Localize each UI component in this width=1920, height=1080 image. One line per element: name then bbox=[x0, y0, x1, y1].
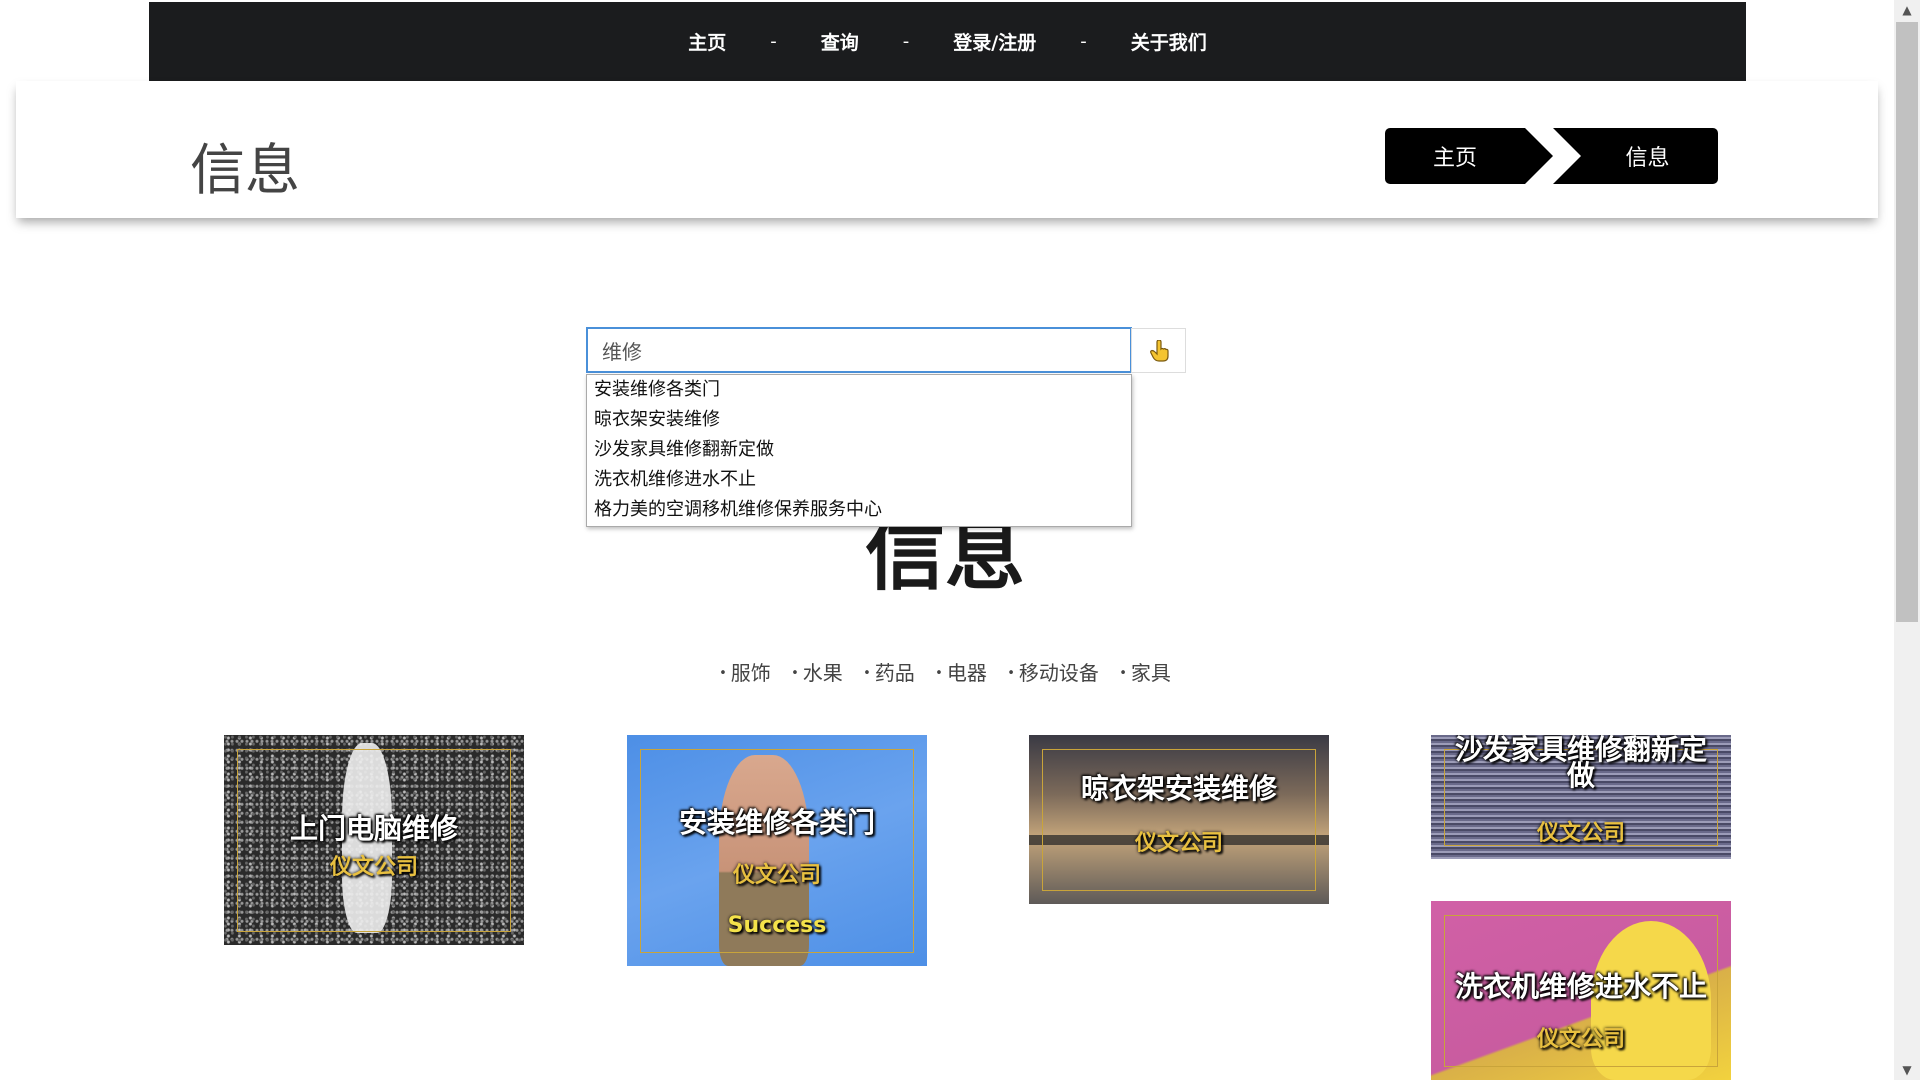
breadcrumb: 主页 信息 bbox=[1385, 128, 1718, 184]
scroll-thumb[interactable] bbox=[1896, 22, 1918, 622]
category-clothing[interactable]: 服饰 bbox=[719, 657, 771, 686]
search-input[interactable] bbox=[586, 327, 1132, 373]
nav-home-link[interactable]: 主页 bbox=[688, 28, 726, 55]
page-scrollbar[interactable]: ▲ ▼ bbox=[1894, 0, 1920, 1080]
card-title: 安装维修各类门 bbox=[678, 806, 875, 839]
hand-pointer-icon bbox=[1149, 339, 1169, 362]
suggestion-item[interactable]: 格力美的空调移机维修保养服务中心 bbox=[587, 495, 1131, 525]
card-company: 仪文公司 bbox=[1536, 1027, 1625, 1052]
breadcrumb-home[interactable]: 主页 bbox=[1385, 128, 1553, 184]
service-card[interactable]: 上门电脑维修 仪文公司 bbox=[224, 735, 524, 945]
card-company: 仪文公司 bbox=[329, 855, 418, 880]
category-furniture[interactable]: 家具 bbox=[1119, 657, 1171, 686]
scroll-up-arrow-icon[interactable]: ▲ bbox=[1894, 0, 1920, 20]
page-header: 信息 主页 信息 bbox=[16, 81, 1878, 218]
service-card[interactable]: 安装维修各类门 仪文公司 Success bbox=[627, 735, 927, 966]
category-medicine[interactable]: 药品 bbox=[863, 657, 915, 686]
search-button[interactable] bbox=[1131, 328, 1186, 373]
service-card[interactable]: 沙发家具维修翻新定做 仪文公司 bbox=[1431, 735, 1731, 859]
top-nav: 主页 - 查询 - 登录/注册 - 关于我们 bbox=[149, 2, 1746, 81]
suggestion-item[interactable]: 洗衣机维修进水不止 bbox=[587, 465, 1131, 495]
nav-separator: - bbox=[902, 31, 910, 52]
nav-separator: - bbox=[1080, 31, 1087, 52]
card-title: 上门电脑维修 bbox=[289, 812, 458, 845]
suggestion-item[interactable]: 晾衣架安装维修 bbox=[587, 405, 1131, 435]
card-company: 仪文公司 bbox=[1134, 831, 1223, 856]
nav-about-link[interactable]: 关于我们 bbox=[1131, 28, 1207, 55]
search-suggestions: 安装维修各类门 晾衣架安装维修 沙发家具维修翻新定做 洗衣机维修进水不止 格力美… bbox=[586, 374, 1132, 527]
card-title: 晾衣架安装维修 bbox=[1080, 772, 1277, 805]
card-title: 沙发家具维修翻新定做 bbox=[1454, 735, 1707, 792]
card-title: 洗衣机维修进水不止 bbox=[1454, 970, 1707, 1003]
nav-separator: - bbox=[770, 31, 777, 52]
card-company: 仪文公司 bbox=[732, 863, 821, 888]
card-company: 仪文公司 bbox=[1536, 821, 1625, 846]
nav-query-link[interactable]: 查询 bbox=[821, 28, 859, 55]
category-mobile-devices[interactable]: 移动设备 bbox=[1007, 657, 1099, 686]
service-card[interactable]: 洗衣机维修进水不止 仪文公司 bbox=[1431, 901, 1731, 1080]
category-fruit[interactable]: 水果 bbox=[791, 657, 843, 686]
category-appliances[interactable]: 电器 bbox=[935, 657, 987, 686]
page-title: 信息 bbox=[190, 138, 301, 202]
nav-login-link[interactable]: 登录/注册 bbox=[953, 28, 1036, 55]
suggestion-item[interactable]: 安装维修各类门 bbox=[587, 375, 1131, 405]
breadcrumb-current: 信息 bbox=[1553, 128, 1718, 184]
service-card[interactable]: 晾衣架安装维修 仪文公司 bbox=[1029, 735, 1329, 904]
card-extra-label: Success bbox=[727, 913, 827, 938]
scroll-down-arrow-icon[interactable]: ▼ bbox=[1894, 1060, 1920, 1080]
category-list: 服饰 水果 药品 电器 移动设备 家具 bbox=[0, 657, 1890, 686]
suggestion-item[interactable]: 沙发家具维修翻新定做 bbox=[587, 435, 1131, 465]
